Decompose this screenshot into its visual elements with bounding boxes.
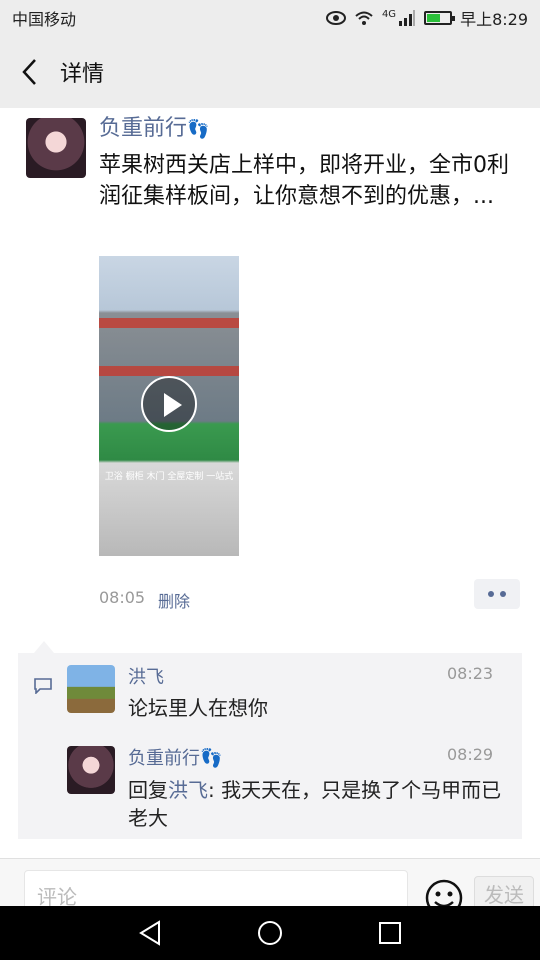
reply-to-name[interactable]: 洪飞: [168, 778, 208, 802]
dot-icon: [500, 591, 506, 597]
comment-author-label: 负重前行: [128, 748, 200, 769]
back-button[interactable]: [0, 36, 60, 108]
signal-icon: [399, 10, 416, 26]
eye-icon: [325, 11, 346, 25]
page-title: 详情: [60, 62, 105, 87]
nav-home-icon[interactable]: [257, 920, 283, 946]
comment-avatar[interactable]: [67, 746, 115, 794]
wifi-icon: [355, 11, 373, 25]
nav-back-icon[interactable]: [138, 920, 162, 946]
delete-button[interactable]: 删除: [158, 588, 190, 612]
play-icon[interactable]: [141, 376, 197, 432]
reply-prefix: 回复: [128, 778, 168, 802]
carrier-name: 中国移动: [12, 10, 77, 29]
comment-author-name[interactable]: 洪飞: [128, 663, 164, 689]
clock: 早上8:29: [460, 10, 528, 29]
footprints-emoji: 👣: [187, 119, 210, 140]
nav-bar: 详情: [0, 36, 540, 108]
battery-icon: [424, 11, 456, 25]
video-sign-text: 卫浴 橱柜 木门 全屋定制 一站式: [104, 472, 234, 482]
system-navigation-bar: [0, 906, 540, 960]
dot-icon: [488, 591, 494, 597]
nav-recents-icon[interactable]: [378, 920, 402, 946]
post-time: 08:05: [99, 588, 146, 607]
comment-bubble-icon: [34, 678, 52, 694]
status-bar: 中国移动 4G 早上8:29: [0, 0, 540, 36]
comments-pointer: [34, 641, 54, 653]
footprints-emoji: 👣: [200, 748, 223, 769]
back-arrow-icon: [22, 59, 36, 85]
comment-time: 08:23: [447, 664, 494, 683]
comment-author-name[interactable]: 负重前行👣: [128, 744, 222, 770]
comment-text: 回复洪飞: 我天天在，只是换了个马甲而已老大: [128, 776, 508, 832]
comment-avatar[interactable]: [67, 665, 115, 713]
comment-time: 08:29: [447, 745, 494, 764]
more-options-button[interactable]: [474, 579, 520, 609]
post-text: 苹果树西关店上样中，即将开业，全市0利润征集样板间，让你意想不到的优惠，...: [99, 153, 509, 209]
post-author-name[interactable]: 负重前行👣: [99, 110, 209, 142]
network-type: 4G: [381, 8, 397, 20]
post-author-avatar[interactable]: [26, 118, 86, 178]
comment-text: 论坛里人在想你: [128, 696, 268, 720]
post-video-thumbnail[interactable]: 卫浴 橱柜 木门 全屋定制 一站式: [99, 256, 239, 556]
post-author-label: 负重前行: [99, 116, 188, 141]
